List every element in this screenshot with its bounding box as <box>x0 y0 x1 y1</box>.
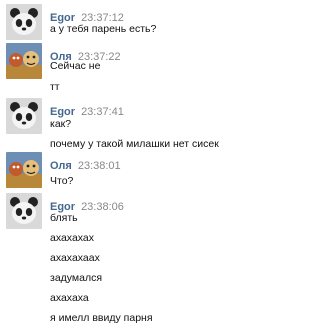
timestamp: 23:37:41 <box>81 106 124 118</box>
panda-avatar-icon[interactable] <box>6 98 42 134</box>
author-name[interactable]: Egor <box>50 106 75 118</box>
author-name[interactable]: Оля <box>50 160 72 172</box>
message-text: как? <box>50 118 72 130</box>
message-text: ахахаха <box>50 292 89 304</box>
panda-avatar-icon[interactable] <box>6 4 42 40</box>
message-text: Сейчас не <box>50 60 101 72</box>
message-text: тт <box>50 81 60 93</box>
timestamp: 23:38:06 <box>81 201 124 213</box>
panda-avatar-icon[interactable] <box>6 193 42 229</box>
message-text: Что? <box>50 175 74 187</box>
cartoon-avatar-icon[interactable] <box>6 43 42 79</box>
message-text: я имелл ввиду парня <box>50 312 153 324</box>
message-text: а у тебя парень есть? <box>50 23 157 35</box>
message-text: задумался <box>50 272 103 284</box>
message-text: ахахахаах <box>50 252 100 264</box>
message-header: Оля 23:38:01 <box>50 156 121 174</box>
message-text: ахахахах <box>50 232 95 244</box>
chat-log: Egor 23:37:12 а у тебя парень есть? Оля 23… <box>0 0 240 331</box>
timestamp: 23:38:01 <box>77 160 121 172</box>
message-text: блять <box>50 212 78 224</box>
cartoon-avatar-icon[interactable] <box>6 152 42 188</box>
message-text: почему у такой милашки нет сисек <box>50 138 219 150</box>
